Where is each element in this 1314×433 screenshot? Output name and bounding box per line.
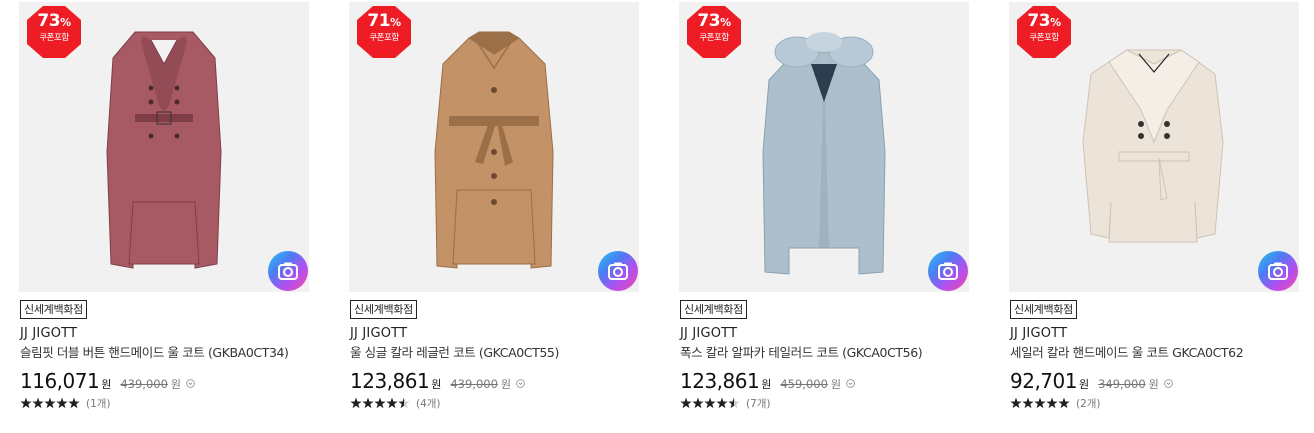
brand-name[interactable]: JJ JIGOTT <box>1010 326 1067 342</box>
rating-row: (1개) <box>20 396 111 410</box>
star-rating <box>20 397 80 409</box>
star-filled <box>56 397 68 409</box>
sale-price: 123,861 <box>680 369 760 393</box>
coupon-label: 쿠폰포함 <box>1029 33 1059 43</box>
original-currency-label: 원 <box>500 378 512 391</box>
sale-price: 123,861 <box>350 369 430 393</box>
currency-label: 원 <box>101 378 112 391</box>
product-image[interactable]: 71% 쿠폰포함 <box>349 2 639 292</box>
rating-row: (7개) <box>680 396 771 410</box>
star-filled <box>680 397 692 409</box>
image-search-button[interactable] <box>928 251 968 291</box>
star-filled <box>1022 397 1034 409</box>
discount-percent: 71 <box>367 11 391 31</box>
price-info-icon[interactable] <box>186 379 195 388</box>
product-image[interactable]: 73% 쿠폰포함 <box>19 2 309 292</box>
percent-sign: % <box>60 16 71 29</box>
brand-name[interactable]: JJ JIGOTT <box>20 326 77 342</box>
star-filled <box>374 397 386 409</box>
star-filled <box>1046 397 1058 409</box>
camera-icon <box>1268 262 1288 280</box>
original-price: 459,000 <box>780 377 828 391</box>
coupon-label: 쿠폰포함 <box>369 33 399 43</box>
sale-price: 116,071 <box>20 369 100 393</box>
price-info-icon[interactable] <box>846 379 855 388</box>
product-grid: 73% 쿠폰포함 신세계백화점 JJ JIGOTT 슬림핏 더블 버튼 핸드메이… <box>0 0 1314 433</box>
product-name[interactable]: 세일러 칼라 핸드메이드 울 코트 GKCA0CT62 <box>1010 345 1244 361</box>
star-filled <box>20 397 32 409</box>
product-card[interactable]: 73% 쿠폰포함 신세계백화점 JJ JIGOTT 폭스 칼라 알파카 테일러드… <box>679 0 971 410</box>
product-image[interactable]: 73% 쿠폰포함 <box>679 2 969 292</box>
original-price: 439,000 <box>120 377 168 391</box>
rating-row: (4개) <box>350 396 441 410</box>
rating-row: (2개) <box>1010 396 1101 410</box>
sale-price: 92,701 <box>1010 369 1077 393</box>
star-filled <box>692 397 704 409</box>
product-name[interactable]: 폭스 칼라 알파카 테일러드 코트 (GKCA0CT56) <box>680 345 923 361</box>
coupon-label: 쿠폰포함 <box>39 33 69 43</box>
discount-percent: 73 <box>697 11 721 31</box>
star-filled <box>32 397 44 409</box>
discount-badge: 73% 쿠폰포함 <box>27 6 81 58</box>
star-filled <box>1034 397 1046 409</box>
store-tag: 신세계백화점 <box>350 300 417 319</box>
image-search-button[interactable] <box>268 251 308 291</box>
review-count[interactable]: (1개) <box>86 396 111 411</box>
review-count[interactable]: (2개) <box>1076 396 1101 411</box>
camera-icon <box>608 262 628 280</box>
star-filled <box>68 397 80 409</box>
product-image[interactable]: 73% 쿠폰포함 <box>1009 2 1299 292</box>
price-info-icon[interactable] <box>1164 379 1173 388</box>
store-tag: 신세계백화점 <box>20 300 87 319</box>
original-currency-label: 원 <box>1148 378 1159 391</box>
image-search-button[interactable] <box>1258 251 1298 291</box>
product-card[interactable]: 71% 쿠폰포함 신세계백화점 JJ JIGOTT 울 싱글 칼라 레글런 코트… <box>349 0 641 410</box>
star-filled <box>704 397 716 409</box>
percent-sign: % <box>720 16 731 29</box>
product-name[interactable]: 울 싱글 칼라 레글런 코트 (GKCA0CT55) <box>350 345 559 361</box>
original-price: 439,000 <box>450 377 498 391</box>
discount-badge: 71% 쿠폰포함 <box>357 6 411 58</box>
currency-label: 원 <box>761 378 772 391</box>
star-filled <box>362 397 374 409</box>
store-tag: 신세계백화점 <box>1010 300 1077 319</box>
star-filled <box>1010 397 1022 409</box>
coupon-label: 쿠폰포함 <box>699 33 729 43</box>
review-count[interactable]: (7개) <box>746 396 771 411</box>
price-info-icon[interactable] <box>516 379 525 388</box>
original-price: 349,000 <box>1098 377 1146 391</box>
review-count[interactable]: (4개) <box>416 396 441 411</box>
image-search-button[interactable] <box>598 251 638 291</box>
price-row: 123,861 원 459,000 원 <box>680 368 855 394</box>
camera-icon <box>938 262 958 280</box>
price-row: 123,861 원 439,000 원 <box>350 368 525 394</box>
star-rating <box>1010 397 1070 409</box>
discount-badge: 73% 쿠폰포함 <box>1017 6 1071 58</box>
star-filled <box>350 397 362 409</box>
star-rating <box>680 397 740 409</box>
star-filled <box>1058 397 1070 409</box>
store-tag: 신세계백화점 <box>680 300 747 319</box>
camera-icon <box>278 262 298 280</box>
brand-name[interactable]: JJ JIGOTT <box>680 326 737 342</box>
product-card[interactable]: 73% 쿠폰포함 신세계백화점 JJ JIGOTT 슬림핏 더블 버튼 핸드메이… <box>19 0 311 410</box>
star-filled <box>716 397 728 409</box>
original-currency-label: 원 <box>830 378 842 391</box>
discount-badge: 73% 쿠폰포함 <box>687 6 741 58</box>
brand-name[interactable]: JJ JIGOTT <box>350 326 407 342</box>
discount-percent: 73 <box>37 11 61 31</box>
price-row: 116,071 원 439,000 원 <box>20 368 195 394</box>
percent-sign: % <box>390 16 401 29</box>
percent-sign: % <box>1050 16 1061 29</box>
star-rating <box>350 397 410 409</box>
currency-label: 원 <box>1078 378 1090 391</box>
original-currency-label: 원 <box>170 378 182 391</box>
product-name[interactable]: 슬림핏 더블 버튼 핸드메이드 울 코트 (GKBA0CT34) <box>20 345 289 361</box>
discount-percent: 73 <box>1027 11 1051 31</box>
price-row: 92,701 원 349,000 원 <box>1010 368 1173 394</box>
product-card[interactable]: 73% 쿠폰포함 신세계백화점 JJ JIGOTT 세일러 칼라 핸드메이드 울… <box>1009 0 1301 410</box>
star-filled <box>386 397 398 409</box>
currency-label: 원 <box>431 378 442 391</box>
star-filled <box>44 397 56 409</box>
